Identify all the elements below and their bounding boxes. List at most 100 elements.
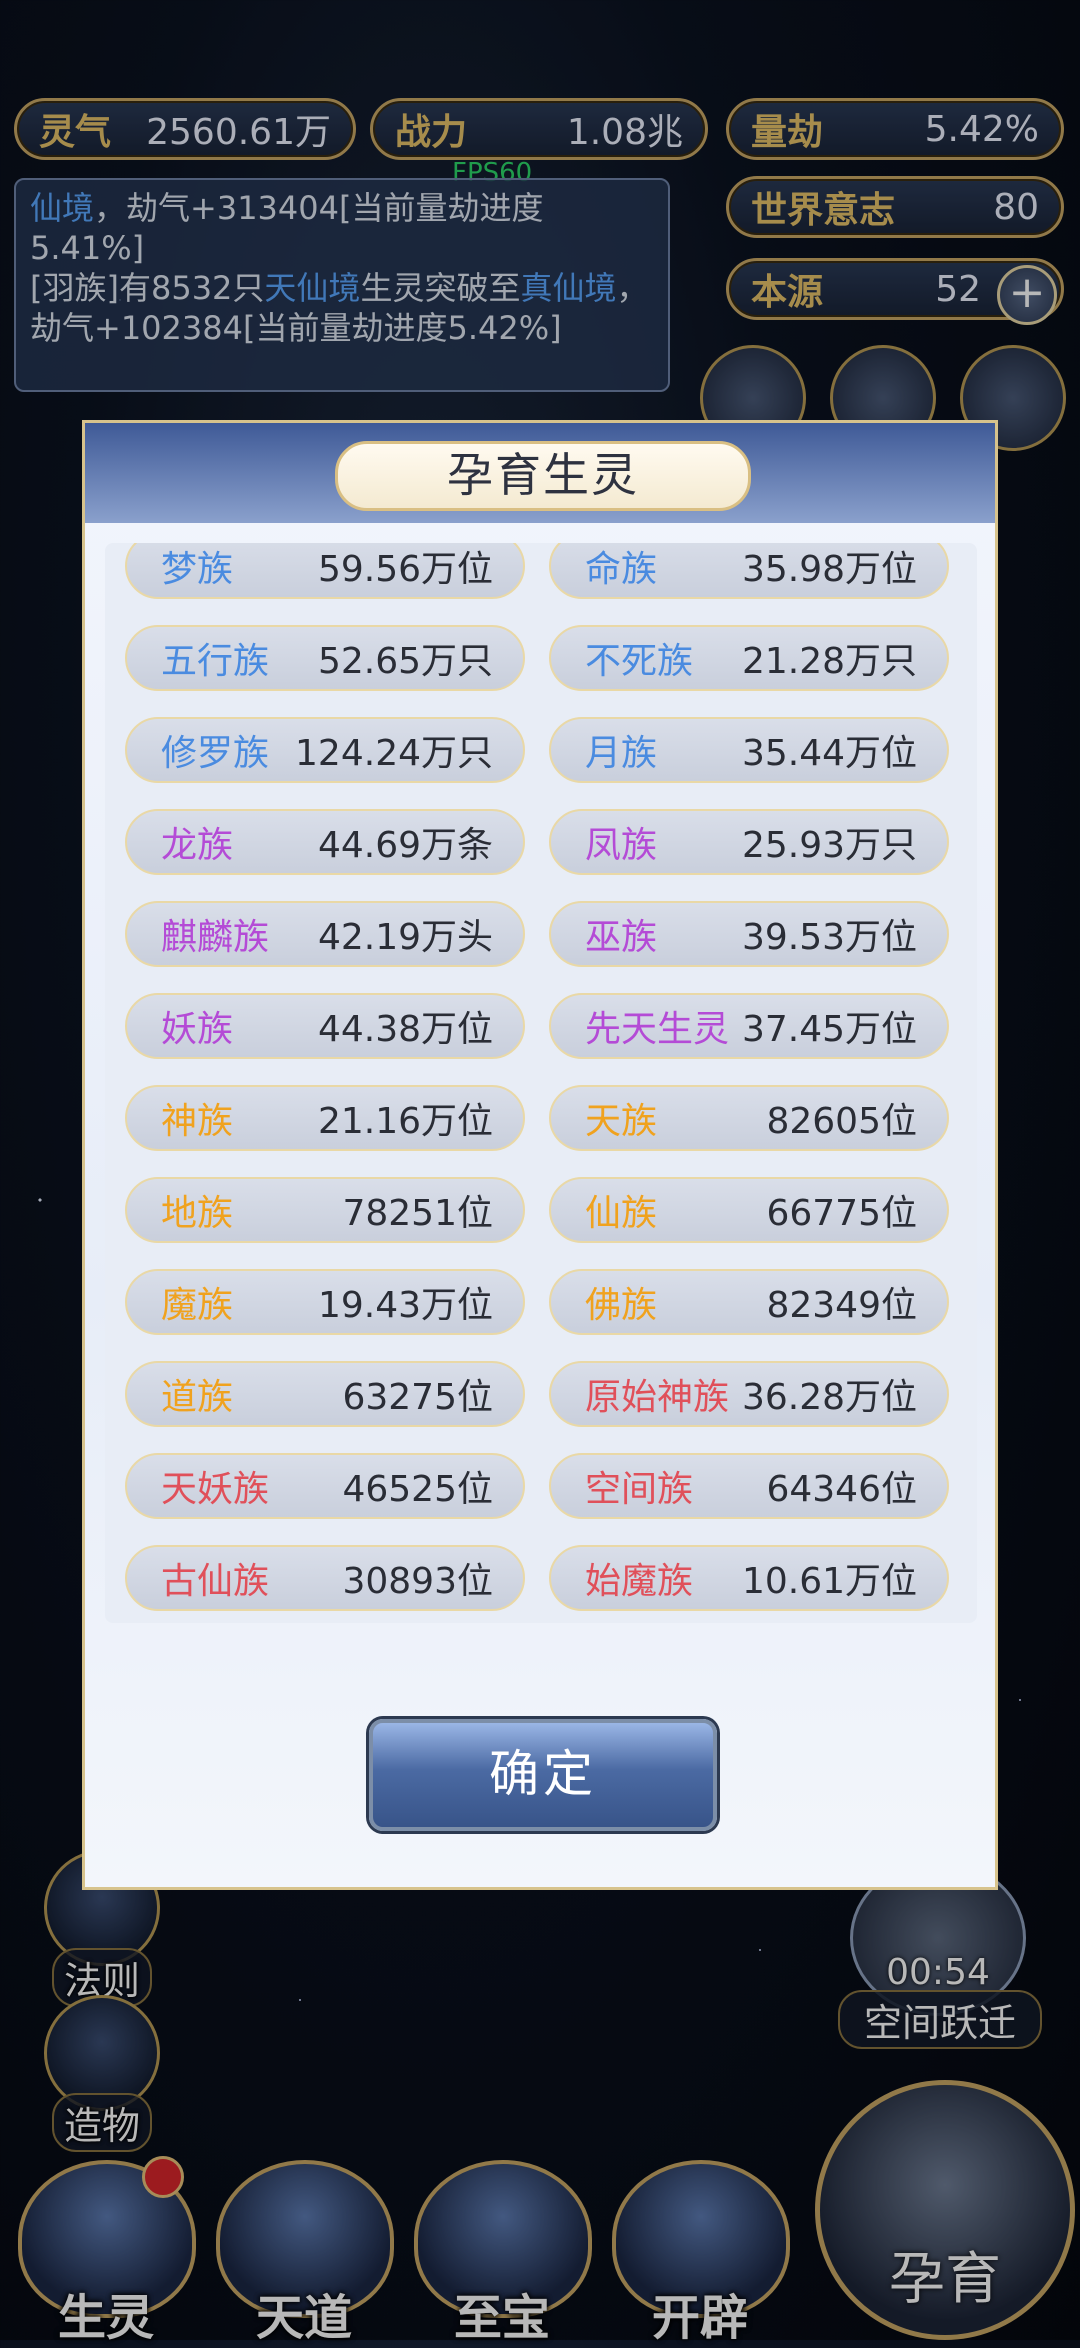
race-count: 21.16万位 (317, 1101, 493, 1142)
event-log: 仙境，劫气+313404[当前量劫进度5.41%] [羽族]有8532只天仙境生… (14, 178, 670, 392)
race-name: 仙族 (585, 1193, 658, 1234)
nav-tian-dao[interactable]: 天道 (216, 2160, 394, 2348)
space-jump-timer: 00:54 (886, 1952, 990, 1993)
race-name: 月族 (585, 733, 658, 774)
nav-zhi-bao-label: 至宝 (453, 2290, 550, 2346)
race-count: 66775位 (766, 1193, 917, 1234)
race-row: 龙族 44.69万条 (125, 809, 525, 875)
world-will-pill[interactable]: 世界意志 80 (726, 176, 1064, 238)
race-name: 五行族 (161, 641, 270, 682)
race-count: 37.45万位 (741, 1009, 917, 1050)
race-row: 凤族 25.93万只 (549, 809, 949, 875)
log-line-2c: 生灵突破至 (360, 269, 521, 307)
race-name: 修罗族 (161, 733, 270, 774)
race-name: 巫族 (585, 917, 658, 958)
race-name: 古仙族 (161, 1561, 270, 1602)
race-row: 古仙族 30893位 (125, 1545, 525, 1611)
race-row: 道族 63275位 (125, 1361, 525, 1427)
dialog-title: 孕育生灵 (335, 441, 751, 511)
zhanli-pill[interactable]: 战力 1.08兆 (370, 98, 708, 160)
nav-kai-pi[interactable]: 开辟 (612, 2160, 790, 2348)
liangjie-pill[interactable]: 量劫 5.42% (726, 98, 1064, 160)
race-row: 空间族 64346位 (549, 1453, 949, 1519)
race-row: 天族 82605位 (549, 1085, 949, 1151)
race-name: 神族 (161, 1101, 234, 1142)
log-line-2a: [羽族]有8532只 (30, 269, 265, 307)
zhanli-value: 1.08兆 (566, 112, 683, 153)
race-row: 神族 21.16万位 (125, 1085, 525, 1151)
log-realm-2: 天仙境 (264, 269, 361, 307)
liangjie-value: 5.42% (924, 108, 1039, 150)
race-name: 天族 (585, 1101, 658, 1142)
race-name: 原始神族 (585, 1377, 730, 1418)
race-row: 原始神族 36.28万位 (549, 1361, 949, 1427)
race-row: 修罗族 124.24万只 (125, 717, 525, 783)
nav-sheng-ling-label: 生灵 (57, 2290, 154, 2346)
race-count: 59.56万位 (317, 549, 493, 590)
race-grid: 梦族 59.56万位 命族 35.98万位五行族 52.65万只 不死族 21.28万只修罗… (125, 543, 957, 1611)
nav-zhi-bao[interactable]: 至宝 (414, 2160, 592, 2348)
race-name: 妖族 (161, 1009, 234, 1050)
race-row: 魔族 19.43万位 (125, 1269, 525, 1335)
race-count: 82605位 (766, 1101, 917, 1142)
race-row: 地族 78251位 (125, 1177, 525, 1243)
nav-sheng-ling[interactable]: 生灵 (18, 2156, 196, 2348)
race-count: 64346位 (766, 1469, 917, 1510)
race-name: 梦族 (161, 549, 234, 590)
race-row: 天妖族 46525位 (125, 1453, 525, 1519)
race-row: 佛族 82349位 (549, 1269, 949, 1335)
race-count: 42.19万头 (317, 917, 493, 958)
race-count: 39.53万位 (741, 917, 917, 958)
race-row: 命族 35.98万位 (549, 543, 949, 599)
benyuan-pill[interactable]: 本源 52 + (726, 258, 1064, 325)
race-name: 不死族 (585, 641, 694, 682)
race-name: 佛族 (585, 1285, 658, 1326)
race-name: 命族 (585, 549, 658, 590)
race-row: 不死族 21.28万只 (549, 625, 949, 691)
race-list[interactable]: 梦族 59.56万位 命族 35.98万位五行族 52.65万只 不死族 21.28万只修罗… (105, 543, 977, 1623)
race-count: 25.93万只 (741, 825, 917, 866)
lingqi-label: 灵气 (39, 112, 112, 153)
race-count: 35.98万位 (741, 549, 917, 590)
race-row: 始魔族 10.61万位 (549, 1545, 949, 1611)
race-count: 124.24万只 (295, 733, 493, 774)
side-zao-wu-button[interactable]: 造物 (42, 1995, 162, 2152)
race-count: 10.61万位 (741, 1561, 917, 1602)
space-jump-label: 空间跃迁 (838, 1990, 1042, 2049)
race-name: 始魔族 (585, 1561, 694, 1602)
add-benyuan-button[interactable]: + (997, 265, 1057, 325)
log-line-1: ，劫气+313404[当前量劫进度5.41%] (30, 189, 544, 267)
race-name: 空间族 (585, 1469, 694, 1510)
nav-kai-pi-label: 开辟 (651, 2290, 748, 2346)
log-realm-3: 真仙境 (520, 269, 617, 307)
race-name: 凤族 (585, 825, 658, 866)
lingqi-value: 2560.61万 (146, 112, 331, 153)
race-row: 麒麟族 42.19万头 (125, 901, 525, 967)
liangjie-label: 量劫 (751, 112, 824, 153)
log-realm-1: 仙境 (30, 189, 95, 227)
nav-yun-yu[interactable]: 孕育 (815, 2080, 1075, 2340)
world-will-value: 80 (993, 186, 1039, 228)
zhanli-label: 战力 (395, 112, 468, 153)
benyuan-label: 本源 (751, 272, 824, 313)
race-count: 21.28万只 (741, 641, 917, 682)
race-count: 63275位 (342, 1377, 493, 1418)
race-name: 地族 (161, 1193, 234, 1234)
race-row: 仙族 66775位 (549, 1177, 949, 1243)
race-name: 先天生灵 (585, 1009, 730, 1050)
nav-yun-yu-label: 孕育 (889, 2247, 1001, 2312)
race-name: 麒麟族 (161, 917, 270, 958)
confirm-button[interactable]: 确定 (369, 1719, 717, 1831)
race-row: 月族 35.44万位 (549, 717, 949, 783)
nurture-creatures-dialog: 孕育生灵 梦族 59.56万位 命族 35.98万位五行族 52.65万只 不死族 21.2… (82, 420, 998, 1890)
race-count: 78251位 (342, 1193, 493, 1234)
race-name: 天妖族 (161, 1469, 270, 1510)
notification-badge (142, 2156, 184, 2198)
race-count: 52.65万只 (317, 641, 493, 682)
race-row: 梦族 59.56万位 (125, 543, 525, 599)
race-count: 30893位 (342, 1561, 493, 1602)
side-zao-wu-label: 造物 (51, 2093, 152, 2152)
race-count: 46525位 (342, 1469, 493, 1510)
lingqi-pill[interactable]: 灵气 2560.61万 (14, 98, 356, 160)
race-row: 巫族 39.53万位 (549, 901, 949, 967)
